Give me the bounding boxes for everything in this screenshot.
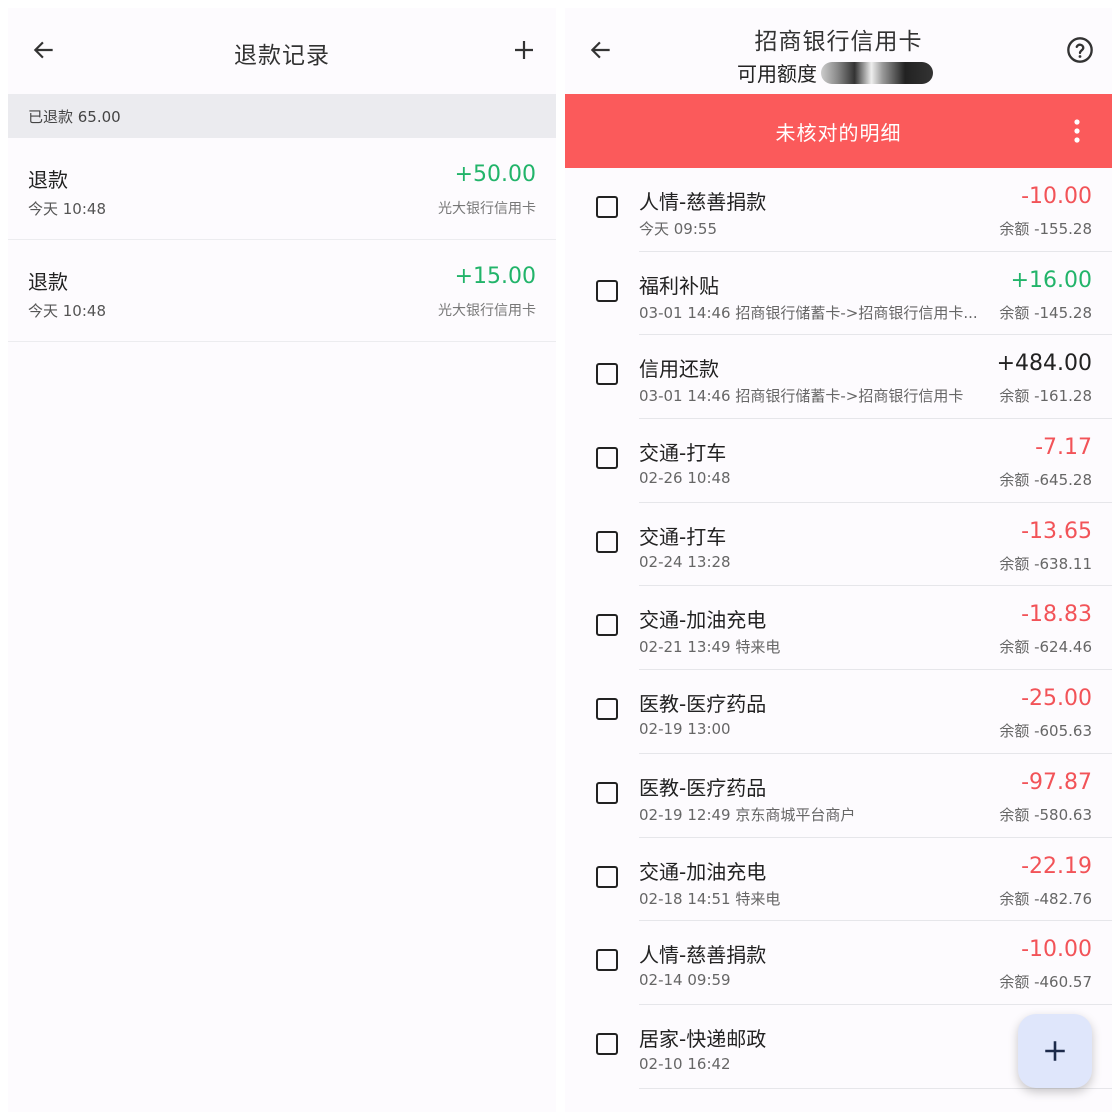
account-header: 招商银行信用卡 可用额度 (565, 8, 1112, 94)
transaction-row[interactable]: 医教-医疗药品 02-19 13:00 -25.00 余额 -605.63 (565, 670, 1112, 754)
transaction-balance: 余额 -580.63 (999, 805, 1092, 824)
help-button[interactable] (1064, 34, 1096, 66)
transaction-row[interactable]: 交通-加油充电 02-18 14:51 特来电 -22.19 余额 -482.76 (565, 838, 1112, 922)
reconcile-checkbox[interactable] (596, 865, 618, 888)
transaction-amount: +484.00 (996, 351, 1092, 377)
transaction-category: 信用还款 (639, 357, 719, 382)
more-button[interactable] (1062, 116, 1092, 146)
transaction-meta: 02-18 14:51 特来电 (639, 889, 781, 908)
transaction-balance: 余额 -605.63 (999, 722, 1092, 741)
transaction-amount: -22.19 (1021, 853, 1092, 879)
transaction-amount: -10.00 (1021, 184, 1092, 209)
transaction-amount: -10.00 (1021, 937, 1092, 963)
help-circle-icon (1067, 37, 1093, 63)
transaction-balance: 余额 -161.28 (999, 387, 1092, 406)
refund-time: 今天 10:48 (28, 200, 106, 218)
transaction-balance: 余额 -145.28 (999, 303, 1092, 322)
available-credit-label: 可用额度 (737, 62, 817, 86)
reconcile-checkbox[interactable] (596, 447, 618, 470)
page-title: 退款记录 (234, 43, 330, 69)
transaction-row[interactable]: 交通-加油充电 (565, 1089, 1112, 1112)
reconcile-checkbox[interactable] (596, 698, 618, 721)
reconcile-checkbox[interactable] (596, 1032, 618, 1055)
transaction-row[interactable]: 交通-打车 02-26 10:48 -7.17 余额 -645.28 (565, 419, 1112, 503)
banner-label: 未核对的明细 (775, 120, 902, 145)
transaction-amount: -97.87 (1021, 769, 1092, 795)
account-title: 招商银行信用卡 (754, 29, 923, 55)
plus-icon (1045, 1041, 1065, 1061)
transaction-meta: 02-19 12:49 京东商城平台商户 (639, 805, 856, 824)
reconcile-checkbox[interactable] (596, 363, 618, 386)
transaction-meta: 02-19 13:00 (639, 720, 731, 739)
transaction-list: 人情-慈善捐款 今天 09:55 -10.00 余额 -155.28 福利补贴 03-01… (565, 168, 1112, 1112)
add-transaction-fab[interactable] (1018, 1014, 1092, 1088)
transaction-row[interactable]: 医教-医疗药品 02-19 12:49 京东商城平台商户 -97.87 余额 -580… (565, 754, 1112, 838)
transaction-category: 居家-快递邮政 (639, 1026, 767, 1051)
available-credit: 可用额度 (737, 58, 933, 87)
more-vertical-icon (1074, 119, 1080, 143)
refund-name: 退款 (28, 168, 68, 192)
transaction-category: 交通-加油充电 (639, 608, 767, 633)
transaction-category: 医教-医疗药品 (639, 692, 767, 717)
transaction-category: 人情-慈善捐款 (639, 190, 767, 214)
transaction-category: 交通-加油充电 (639, 859, 767, 884)
transaction-amount: -25.00 (1021, 686, 1092, 712)
refund-records-screen: 退款记录 已退款 65.00 退款 今天 10:48 +50.00 光大银行信用… (8, 8, 556, 1112)
reconcile-checkbox[interactable] (596, 949, 618, 972)
transaction-balance: 余额 -645.28 (999, 471, 1092, 490)
reconcile-checkbox[interactable] (596, 781, 618, 804)
transaction-row[interactable]: 交通-打车 02-24 13:28 -13.65 余额 -638.11 (565, 503, 1112, 587)
transaction-balance: 余额 -155.28 (999, 220, 1092, 238)
unreconciled-banner[interactable]: 未核对的明细 (565, 94, 1112, 168)
reconcile-checkbox[interactable] (596, 530, 618, 553)
transaction-category: 交通-打车 (639, 441, 727, 466)
refund-summary: 已退款 65.00 (8, 94, 556, 138)
transaction-balance: 余额 -460.57 (999, 973, 1092, 992)
transaction-meta: 02-24 13:28 (639, 552, 731, 571)
transaction-meta: 02-21 13:49 特来电 (639, 638, 781, 657)
reconcile-checkbox[interactable] (596, 196, 618, 218)
redacted-value (821, 61, 933, 84)
transaction-meta: 02-10 16:42 (639, 1054, 731, 1073)
transaction-category: 交通-加油充电 (639, 1107, 766, 1112)
transaction-row[interactable]: 交通-加油充电 02-21 13:49 特来电 -18.83 余额 -624.46 (565, 586, 1112, 670)
transaction-row[interactable]: 信用还款 03-01 14:46 招商银行储蓄卡->招商银行信用卡 +484.00 余… (565, 335, 1112, 419)
refund-item[interactable]: 退款 今天 10:48 +50.00 光大银行信用卡 (8, 138, 556, 240)
plus-icon (515, 41, 533, 59)
transaction-amount: +16.00 (1010, 267, 1092, 293)
refund-item[interactable]: 退款 今天 10:48 +15.00 光大银行信用卡 (8, 240, 556, 342)
transaction-meta: 02-26 10:48 (639, 469, 731, 488)
transaction-amount: -18.83 (1021, 602, 1092, 628)
refund-name: 退款 (28, 270, 68, 294)
transaction-amount: -7.17 (1035, 435, 1092, 461)
refund-amount: +15.00 (454, 264, 536, 289)
refund-header: 退款记录 (8, 8, 556, 94)
refund-account: 光大银行信用卡 (438, 201, 536, 217)
transaction-balance: 余额 -624.46 (999, 638, 1092, 657)
transaction-balance: 余额 -638.11 (999, 554, 1092, 573)
credit-card-detail-screen: 招商银行信用卡 可用额度 未核对的明细 人情-慈善捐款 今天 09:55 -10.0… (565, 8, 1112, 1112)
transaction-category: 交通-打车 (639, 524, 727, 549)
transaction-row[interactable]: 人情-慈善捐款 02-14 09:59 -10.00 余额 -460.57 (565, 921, 1112, 1005)
transaction-amount: -13.65 (1021, 518, 1092, 544)
refund-amount: +50.00 (454, 162, 536, 187)
refund-account: 光大银行信用卡 (438, 303, 536, 319)
transaction-meta: 今天 09:55 (639, 220, 717, 238)
refund-time: 今天 10:48 (28, 302, 106, 320)
transaction-category: 人情-慈善捐款 (639, 943, 767, 968)
transaction-category: 福利补贴 (639, 273, 719, 298)
transaction-meta: 02-14 09:59 (639, 971, 731, 990)
reconcile-checkbox[interactable] (596, 614, 618, 637)
refund-list: 退款 今天 10:48 +50.00 光大银行信用卡 退款 今天 10:48 +… (8, 138, 556, 342)
transaction-row[interactable]: 人情-慈善捐款今天 09:55 -10.00 余额 -155.28 (565, 168, 1112, 252)
transaction-row[interactable]: 福利补贴 03-01 14:46 招商银行储蓄卡->招商银行信用卡... +16.0… (565, 252, 1112, 336)
transaction-meta: 03-01 14:46 招商银行储蓄卡->招商银行信用卡... (639, 303, 978, 322)
transaction-category: 医教-医疗药品 (639, 775, 767, 800)
transaction-meta: 03-01 14:46 招商银行储蓄卡->招商银行信用卡 (639, 387, 964, 406)
reconcile-checkbox[interactable] (596, 279, 618, 302)
transaction-balance: 余额 -482.76 (999, 889, 1092, 908)
add-refund-button[interactable] (508, 34, 540, 66)
